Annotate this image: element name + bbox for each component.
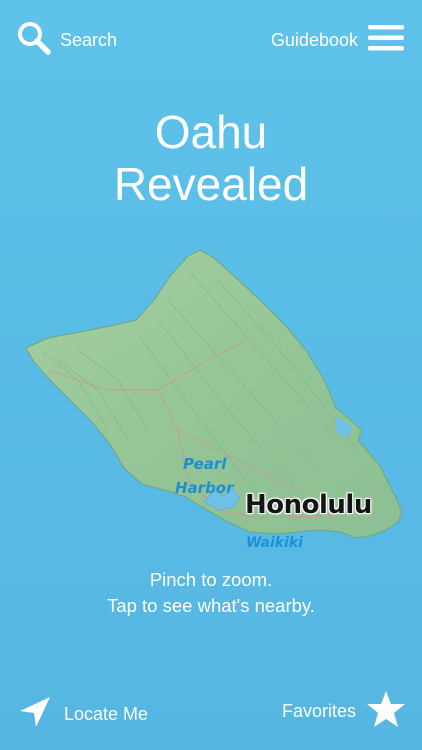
favorites-button[interactable]: Favorites xyxy=(282,690,406,732)
app-title: Oahu Revealed xyxy=(0,106,422,210)
location-arrow-icon xyxy=(18,695,52,734)
map-label-honolulu: Honolulu xyxy=(245,490,372,520)
search-label: Search xyxy=(60,29,118,50)
map-label-waikiki: Waikiki xyxy=(246,535,303,551)
search-icon xyxy=(16,20,52,61)
favorites-label: Favorites xyxy=(281,700,356,721)
menu-icon xyxy=(368,23,404,58)
star-icon xyxy=(366,689,406,734)
locate-me-button[interactable]: Locate Me xyxy=(18,694,148,734)
hint-line-2: Tap to see what's nearby. xyxy=(107,595,315,616)
guidebook-button[interactable]: Guidebook xyxy=(271,20,404,60)
app-title-line-1: Oahu xyxy=(154,106,268,158)
locate-me-label: Locate Me xyxy=(64,703,149,724)
map-label-pearl: Pearl xyxy=(183,455,227,473)
search-button[interactable]: Search xyxy=(16,20,117,60)
map-label-harbor: Harbor xyxy=(175,479,234,497)
instruction-hint: Pinch to zoom. Tap to see what's nearby. xyxy=(0,567,422,619)
hint-line-1: Pinch to zoom. xyxy=(149,569,273,590)
app-title-line-2: Revealed xyxy=(113,158,309,210)
guidebook-label: Guidebook xyxy=(270,29,358,50)
